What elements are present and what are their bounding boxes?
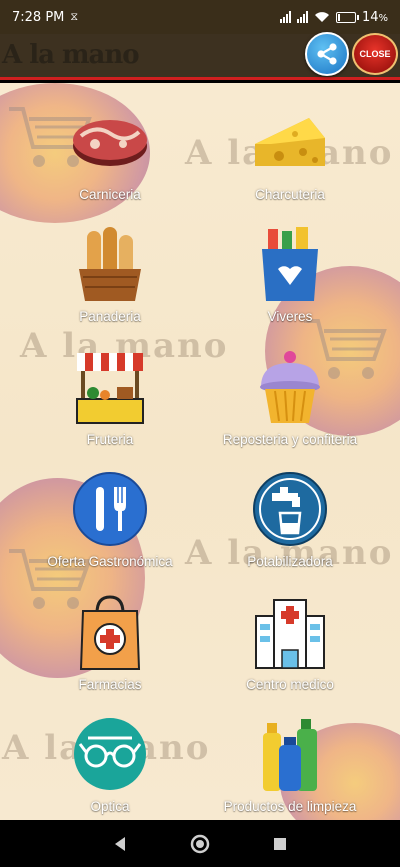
category-label: Productos de limpieza: [223, 799, 357, 814]
category-grid: A la mano A la mano A la mano A la mano …: [0, 83, 400, 820]
category-productos-limpieza[interactable]: Productos de limpieza: [190, 703, 390, 820]
cheese-icon: [251, 103, 329, 181]
battery-fill: [337, 13, 340, 21]
category-label: Oferta Gastronómica: [47, 554, 173, 569]
pharmacy-bag-icon: [71, 593, 149, 671]
battery-percent: 14: [361, 9, 379, 25]
eyeglasses-icon: [71, 715, 149, 793]
home-icon: [190, 834, 210, 853]
signal-icon-2: [296, 11, 308, 23]
grocery-bag-icon: [251, 225, 329, 303]
category-reposteria[interactable]: Reposteria y confiteria: [190, 336, 390, 458]
category-potabilizadora[interactable]: Potabilizadora: [190, 458, 390, 580]
cutlery-icon: [71, 470, 149, 548]
battery-icon: [335, 11, 359, 23]
back-icon: [115, 836, 125, 851]
category-charcuteria[interactable]: Charcuteria: [190, 91, 390, 213]
category-oferta-gastronomica[interactable]: Oferta Gastronómica: [10, 458, 210, 580]
home-button[interactable]: [185, 829, 215, 859]
battery-unit: %: [378, 12, 388, 24]
cupcake-icon: [251, 348, 329, 426]
recents-button[interactable]: [265, 829, 295, 859]
category-label: Fruteria: [86, 432, 134, 447]
category-optica[interactable]: Optica: [10, 703, 210, 820]
signal-icon: [279, 11, 291, 23]
battery-text: 14%: [362, 10, 388, 25]
close-button[interactable]: CLOSE: [352, 33, 398, 75]
wifi-icon: [314, 12, 329, 22]
category-farmacias[interactable]: Farmacias: [10, 581, 210, 703]
category-viveres[interactable]: Viveres: [190, 213, 390, 335]
category-label: Panaderia: [79, 309, 141, 324]
fruit-stand-icon: [71, 348, 149, 426]
water-tap-icon: [251, 470, 329, 548]
close-label: CLOSE: [359, 49, 391, 59]
category-label: Viveres: [267, 309, 313, 324]
share-icon: [317, 43, 337, 65]
category-panaderia[interactable]: Panaderia: [10, 213, 210, 335]
category-label: Charcuteria: [255, 187, 325, 202]
status-bar: 7:28 PM ⧖ 14%: [0, 0, 400, 34]
category-fruteria[interactable]: Fruteria: [10, 336, 210, 458]
share-button[interactable]: [305, 32, 349, 76]
recents-icon: [274, 837, 286, 850]
meat-icon: [71, 103, 149, 181]
category-label: Farmacias: [78, 677, 142, 692]
category-label: Potabilizadora: [247, 554, 333, 569]
notification-icon: ⧖: [70, 10, 79, 23]
cleaning-products-icon: [251, 715, 329, 793]
status-right: 14%: [279, 10, 388, 25]
hospital-icon: [251, 593, 329, 671]
status-time: 7:28 PM: [12, 9, 65, 25]
bread-basket-icon: [71, 225, 149, 303]
category-carniceria[interactable]: Carniceria: [10, 91, 210, 213]
category-label: Centro medico: [246, 677, 334, 692]
category-label: Carniceria: [79, 187, 141, 202]
category-label: Reposteria y confiteria: [222, 432, 358, 447]
category-centro-medico[interactable]: Centro medico: [190, 581, 390, 703]
app-title: A la mano: [2, 40, 140, 70]
category-label: Optica: [90, 799, 130, 814]
back-button[interactable]: [105, 829, 135, 859]
system-nav-bar: [0, 820, 400, 867]
